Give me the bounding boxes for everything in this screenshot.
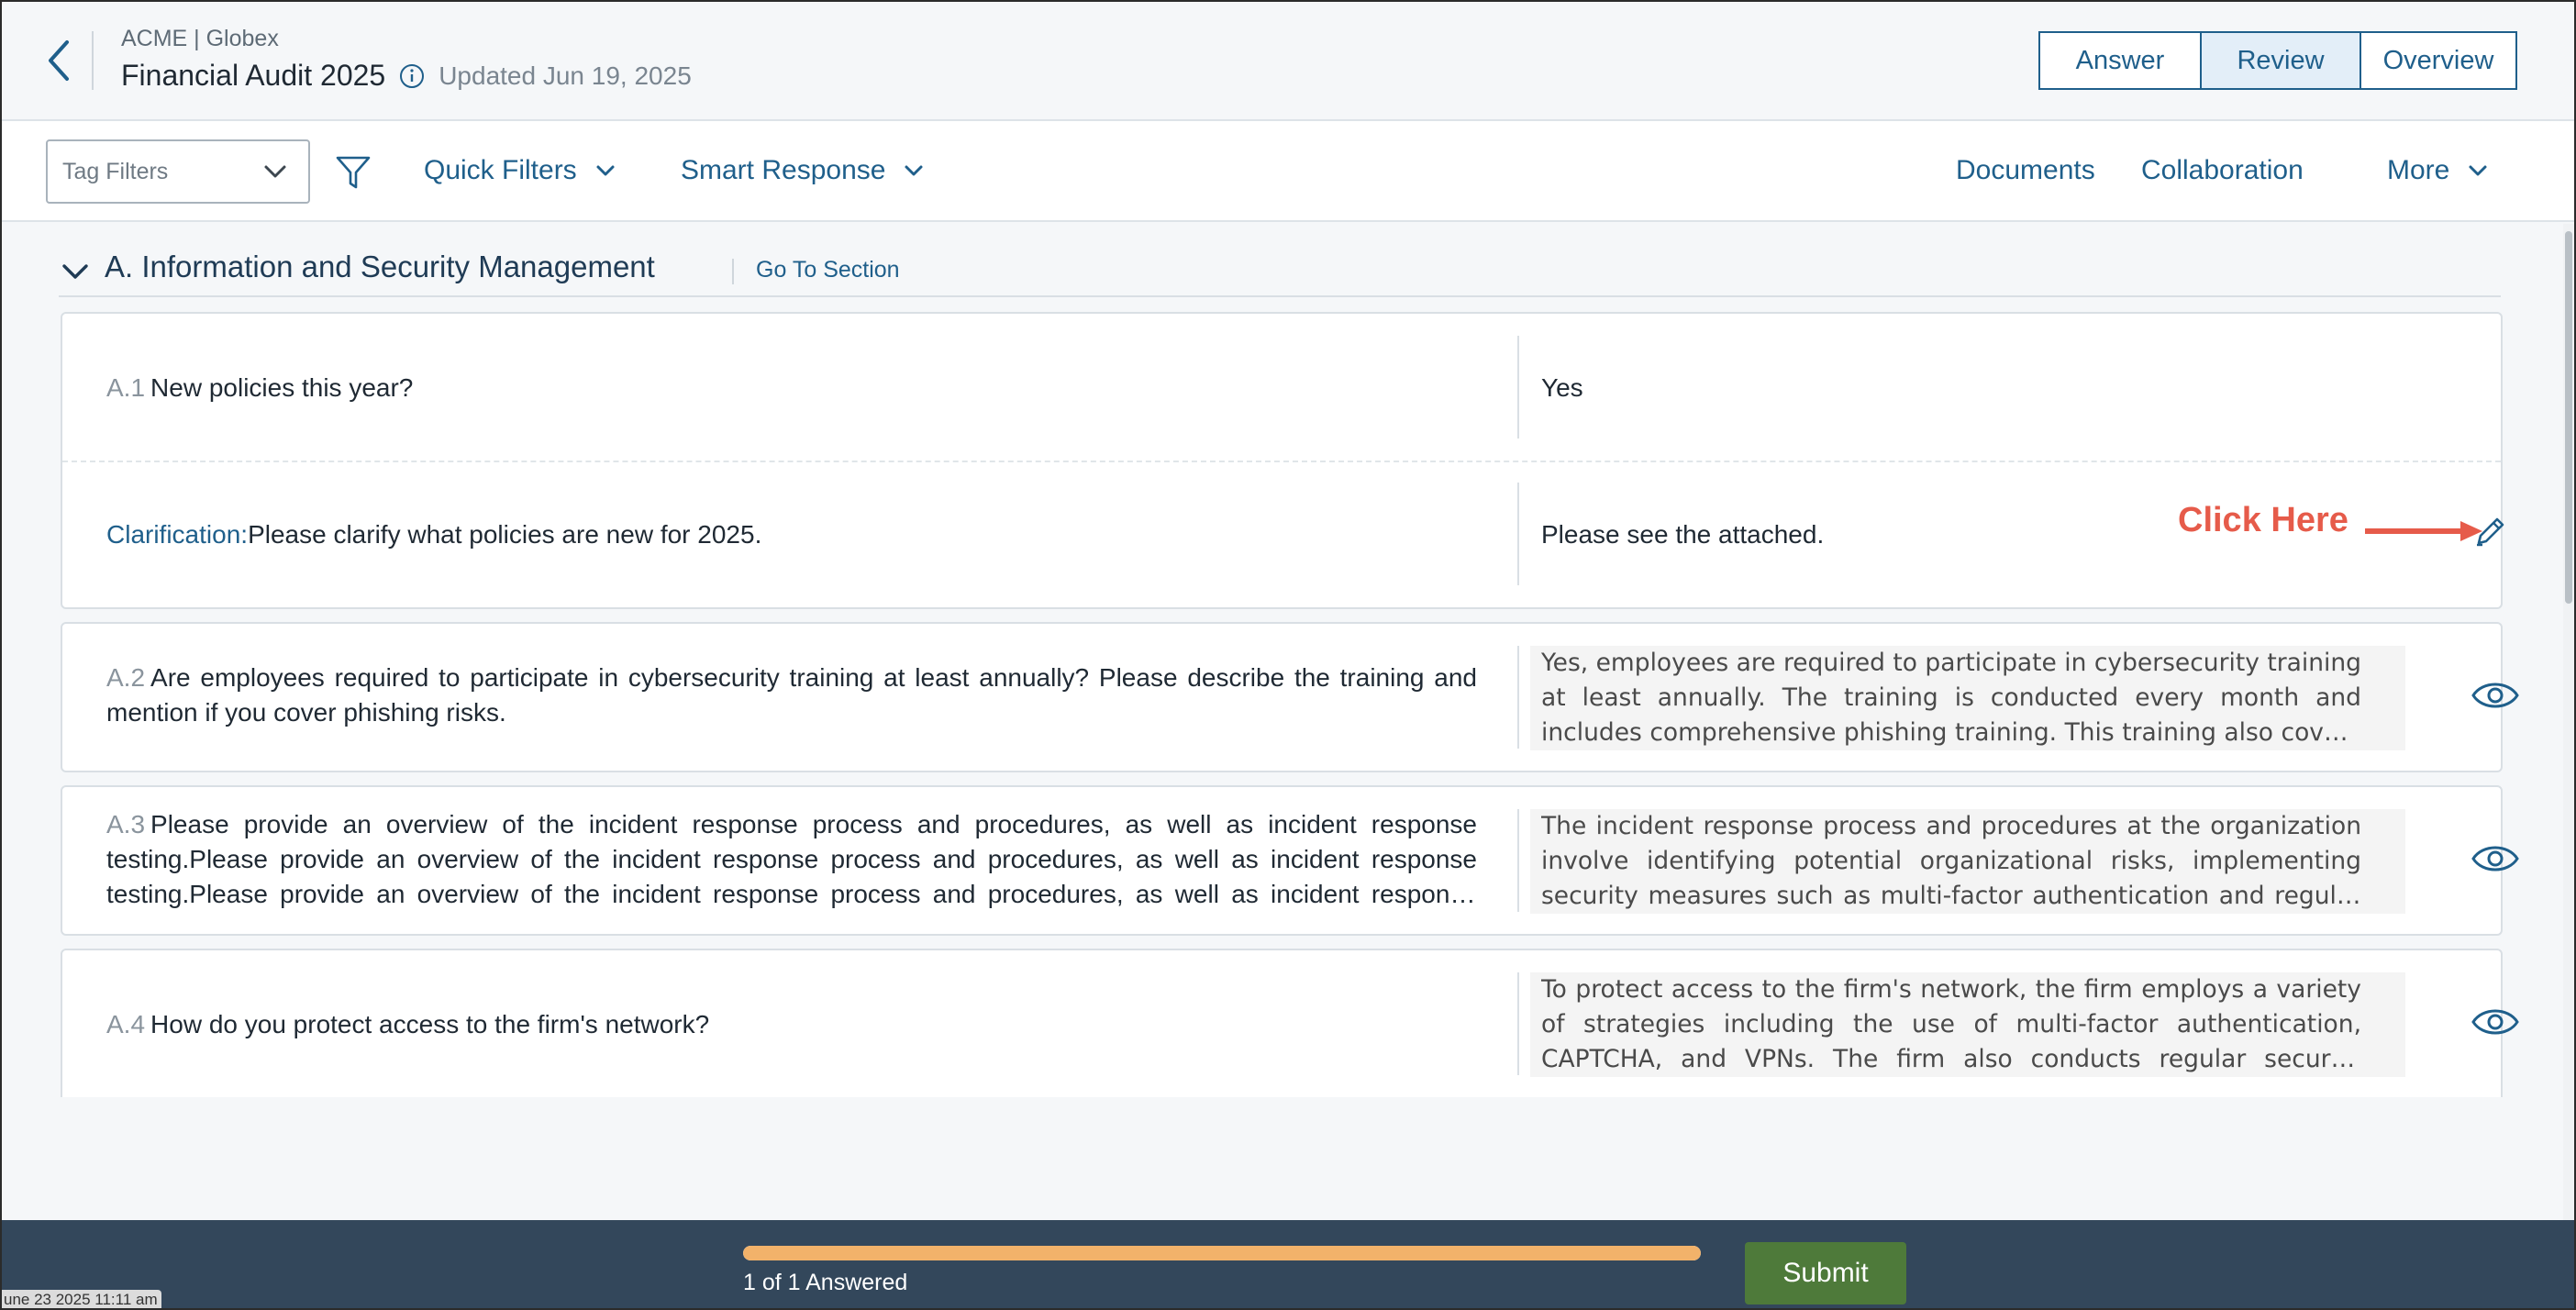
question-row: A.1 New policies this year? Yes <box>62 314 2501 461</box>
info-icon[interactable] <box>398 62 426 90</box>
section-divider <box>732 259 734 284</box>
tab-overview[interactable]: Overview <box>2359 33 2515 88</box>
click-here-callout: Click Here <box>2178 501 2348 539</box>
more-label: More <box>2387 155 2450 185</box>
header-divider <box>92 31 94 90</box>
column-divider <box>1517 483 1519 585</box>
question-text: A.3 Please provide an overview of the inc… <box>106 807 1477 912</box>
toolbar: Tag Filters Quick Filters Smart Response… <box>0 121 2576 222</box>
clarification-body: Please clarify what policies are new for… <box>248 520 762 549</box>
answer-preview[interactable]: To protect access to the firm's network,… <box>1530 972 2405 1077</box>
go-to-section-link[interactable]: Go To Section <box>756 257 900 283</box>
tab-review[interactable]: Review <box>2200 33 2359 88</box>
column-divider <box>1517 646 1519 749</box>
question-card-a4: A.4 How do you protect access to the firm… <box>61 949 2519 1097</box>
mode-tabs: Answer Review Overview <box>2038 31 2517 90</box>
back-button[interactable] <box>33 33 84 88</box>
view-eye-icon[interactable] <box>2470 1004 2521 1040</box>
submit-button[interactable]: Submit <box>1745 1242 1906 1304</box>
callout-arrow-icon <box>2365 521 2482 541</box>
column-divider <box>1517 809 1519 912</box>
question-number: A.4 <box>106 1010 146 1038</box>
question-card-a1: A.1 New policies this year? Yes Clarifica… <box>61 312 2504 609</box>
question-card-a2: A.2 Are employees required to participate… <box>61 622 2519 772</box>
filter-funnel-icon[interactable] <box>334 152 372 193</box>
smart-response-menu[interactable]: Smart Response <box>681 149 927 193</box>
column-divider <box>1517 972 1519 1075</box>
more-menu[interactable]: More <box>2387 149 2492 193</box>
edit-pencil-icon[interactable] <box>2471 512 2510 550</box>
section-header: A. Information and Security Management G… <box>59 250 2501 297</box>
answer-preview[interactable]: The incident response process and proced… <box>1530 809 2405 914</box>
chevron-down-icon <box>257 153 294 190</box>
section-title: A. Information and Security Management <box>105 250 655 283</box>
footer-bar: 1 of 1 Answered Submit <box>0 1220 2576 1310</box>
view-eye-icon[interactable] <box>2470 840 2521 877</box>
clarification-text: Clarification:Please clarify what polici… <box>106 517 1477 552</box>
answer-preview-text: Yes, employees are required to participa… <box>1541 649 2361 747</box>
tab-answer[interactable]: Answer <box>2040 33 2200 88</box>
answer-text[interactable]: Yes <box>1541 371 1583 405</box>
quick-filters-menu[interactable]: Quick Filters <box>424 149 619 193</box>
question-body: Please provide an overview of the incide… <box>106 810 1477 908</box>
questionnaire-content: A. Information and Security Management G… <box>0 224 2576 1220</box>
updated-date: Updated Jun 19, 2025 <box>439 61 692 90</box>
question-text: A.1 New policies this year? <box>106 371 1477 405</box>
progress-label: 1 of 1 Answered <box>743 1270 908 1295</box>
card-clip: A.4 How do you protect access to the firm… <box>0 949 2576 1097</box>
question-body: How do you protect access to the firm's … <box>150 1010 710 1038</box>
tag-filter-placeholder: Tag Filters <box>62 158 169 184</box>
collaboration-link[interactable]: Collaboration <box>2141 149 2304 193</box>
chevron-left-icon <box>49 40 69 81</box>
org-breadcrumb: ACME | Globex <box>121 26 279 51</box>
clarification-row: Clarification:Please clarify what polici… <box>62 462 2504 609</box>
smart-response-label: Smart Response <box>681 155 886 185</box>
progress-bar <box>743 1246 1701 1260</box>
question-number: A.2 <box>106 663 146 692</box>
chevron-down-icon <box>592 157 619 184</box>
clarification-answer[interactable]: Please see the attached. <box>1541 517 1824 552</box>
title-row: Financial Audit 2025 Updated Jun 19, 202… <box>121 59 692 93</box>
question-body: Are employees required to participate in… <box>106 663 1477 727</box>
view-eye-icon[interactable] <box>2470 677 2521 714</box>
quick-filters-label: Quick Filters <box>424 155 577 185</box>
documents-link[interactable]: Documents <box>1956 149 2095 193</box>
page-title: Financial Audit 2025 <box>121 59 386 92</box>
chevron-down-icon <box>2464 157 2492 184</box>
question-text: A.2 Are employees required to participate… <box>106 661 1477 730</box>
page-header: ACME | Globex Financial Audit 2025 Updat… <box>0 0 2576 121</box>
content-scrollbar-thumb[interactable] <box>2565 231 2572 604</box>
answer-preview[interactable]: Yes, employees are required to participa… <box>1530 646 2405 750</box>
chevron-down-icon <box>900 157 927 184</box>
answer-preview-text: To protect access to the firm's network,… <box>1541 975 2361 1073</box>
progress-bar-fill <box>743 1246 1701 1260</box>
question-clamp: A.3 Please provide an overview of the inc… <box>106 807 1477 912</box>
question-number: A.1 <box>106 373 146 402</box>
question-body: New policies this year? <box>150 373 414 402</box>
question-text: A.4 How do you protect access to the firm… <box>106 1007 1477 1042</box>
clarification-label: Clarification: <box>106 520 249 549</box>
section-collapse-chevron-icon[interactable] <box>59 255 92 288</box>
timestamp-label: une 23 2025 11:11 am <box>0 1290 161 1310</box>
answer-preview-text: The incident response process and proced… <box>1541 812 2361 910</box>
question-card-a3: A.3 Please provide an overview of the inc… <box>61 785 2519 936</box>
tag-filter-select[interactable]: Tag Filters <box>46 139 310 204</box>
question-number: A.3 <box>106 810 146 838</box>
column-divider <box>1517 336 1519 439</box>
